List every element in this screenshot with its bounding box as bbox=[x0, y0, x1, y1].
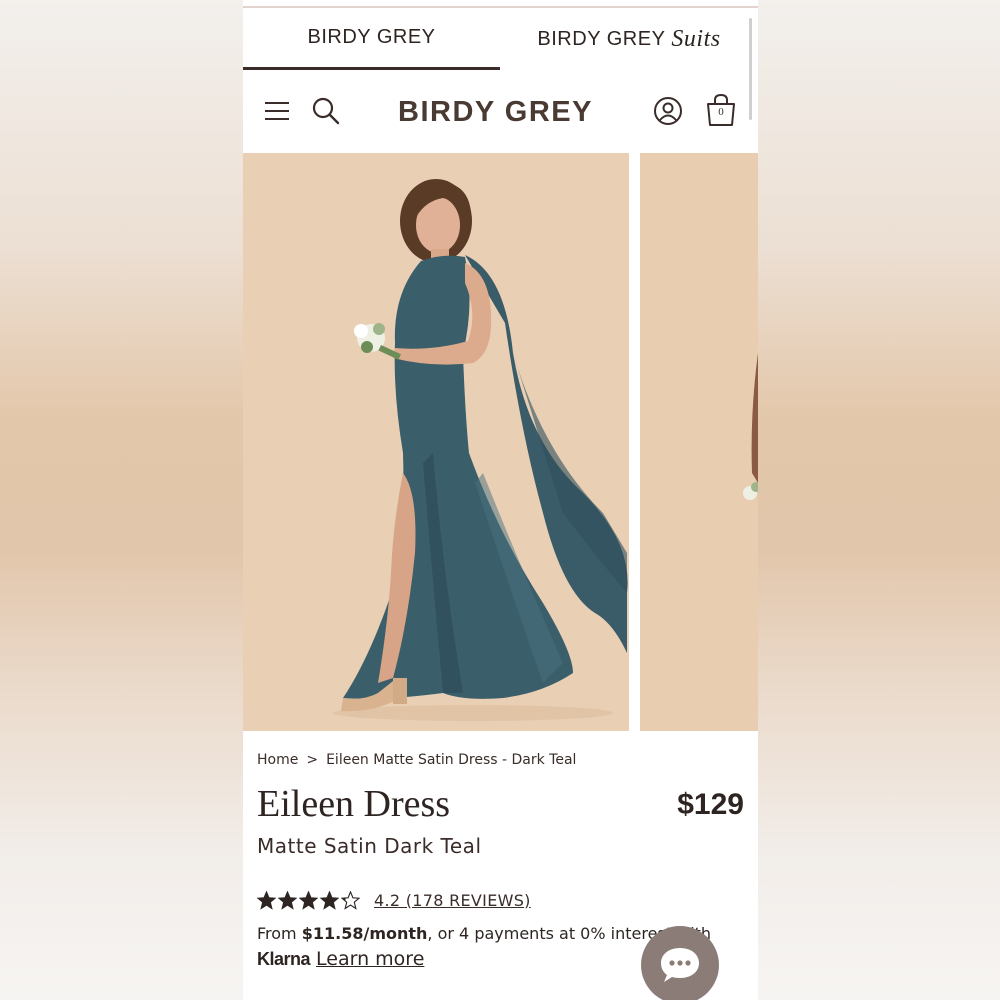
star-icon bbox=[299, 890, 318, 910]
tab-birdy-grey[interactable]: BIRDY GREY bbox=[243, 8, 500, 70]
klarna-logo: Klarna bbox=[257, 949, 311, 969]
tab-birdy-grey-label: BIRDY GREY bbox=[307, 26, 436, 48]
chat-button[interactable] bbox=[641, 926, 719, 1000]
background-blur-left bbox=[0, 0, 243, 1000]
background-blur-right bbox=[758, 0, 1000, 1000]
product-gallery[interactable] bbox=[243, 153, 758, 731]
site-logo[interactable]: BIRDY GREY bbox=[393, 92, 598, 132]
star-icon bbox=[341, 890, 360, 910]
phone-screen: BIRDY GREY BIRDY GREY Suits BIRDY GREY 0 bbox=[243, 0, 758, 1000]
tab-birdy-grey-suits[interactable]: BIRDY GREY Suits bbox=[500, 8, 758, 70]
breadcrumb-home[interactable]: Home bbox=[257, 752, 298, 768]
search-icon[interactable] bbox=[311, 96, 341, 126]
star-icon bbox=[278, 890, 297, 910]
bag-count: 0 bbox=[718, 106, 724, 118]
product-price: $129 bbox=[677, 788, 744, 821]
site-header: BIRDY GREY 0 bbox=[243, 72, 758, 152]
chat-icon bbox=[661, 948, 699, 982]
product-image-next[interactable] bbox=[640, 153, 758, 731]
bag-button[interactable]: 0 bbox=[705, 92, 737, 128]
tab-suits-label: BIRDY GREY bbox=[537, 27, 666, 50]
finance-prefix: From bbox=[257, 924, 302, 943]
breadcrumb-current[interactable]: Eileen Matte Satin Dress - Dark Teal bbox=[326, 752, 576, 768]
menu-icon[interactable] bbox=[265, 102, 289, 120]
tab-suits-script: Suits bbox=[671, 25, 721, 52]
star-rating[interactable] bbox=[257, 890, 362, 910]
model-photo bbox=[243, 153, 629, 731]
breadcrumb-separator: > bbox=[306, 752, 319, 768]
finance-amount: $11.58/month bbox=[301, 924, 428, 943]
reviews-link[interactable]: 4.2 (178 REVIEWS) bbox=[374, 891, 531, 910]
product-image-main[interactable] bbox=[243, 153, 629, 731]
klarna-row: Klarna Learn more bbox=[257, 948, 424, 970]
model-photo-next bbox=[640, 153, 758, 731]
breadcrumb: Home > Eileen Matte Satin Dress - Dark Tea… bbox=[257, 752, 576, 768]
account-icon[interactable] bbox=[653, 96, 683, 126]
rating-row: 4.2 (178 REVIEWS) bbox=[257, 888, 531, 912]
product-title: Eileen Dress bbox=[257, 783, 451, 825]
star-icon bbox=[320, 890, 339, 910]
learn-more-link[interactable]: Learn more bbox=[316, 948, 424, 970]
brand-tabs: BIRDY GREY BIRDY GREY Suits bbox=[243, 8, 758, 70]
product-subtitle: Matte Satin Dark Teal bbox=[257, 834, 482, 858]
star-icon bbox=[257, 890, 276, 910]
